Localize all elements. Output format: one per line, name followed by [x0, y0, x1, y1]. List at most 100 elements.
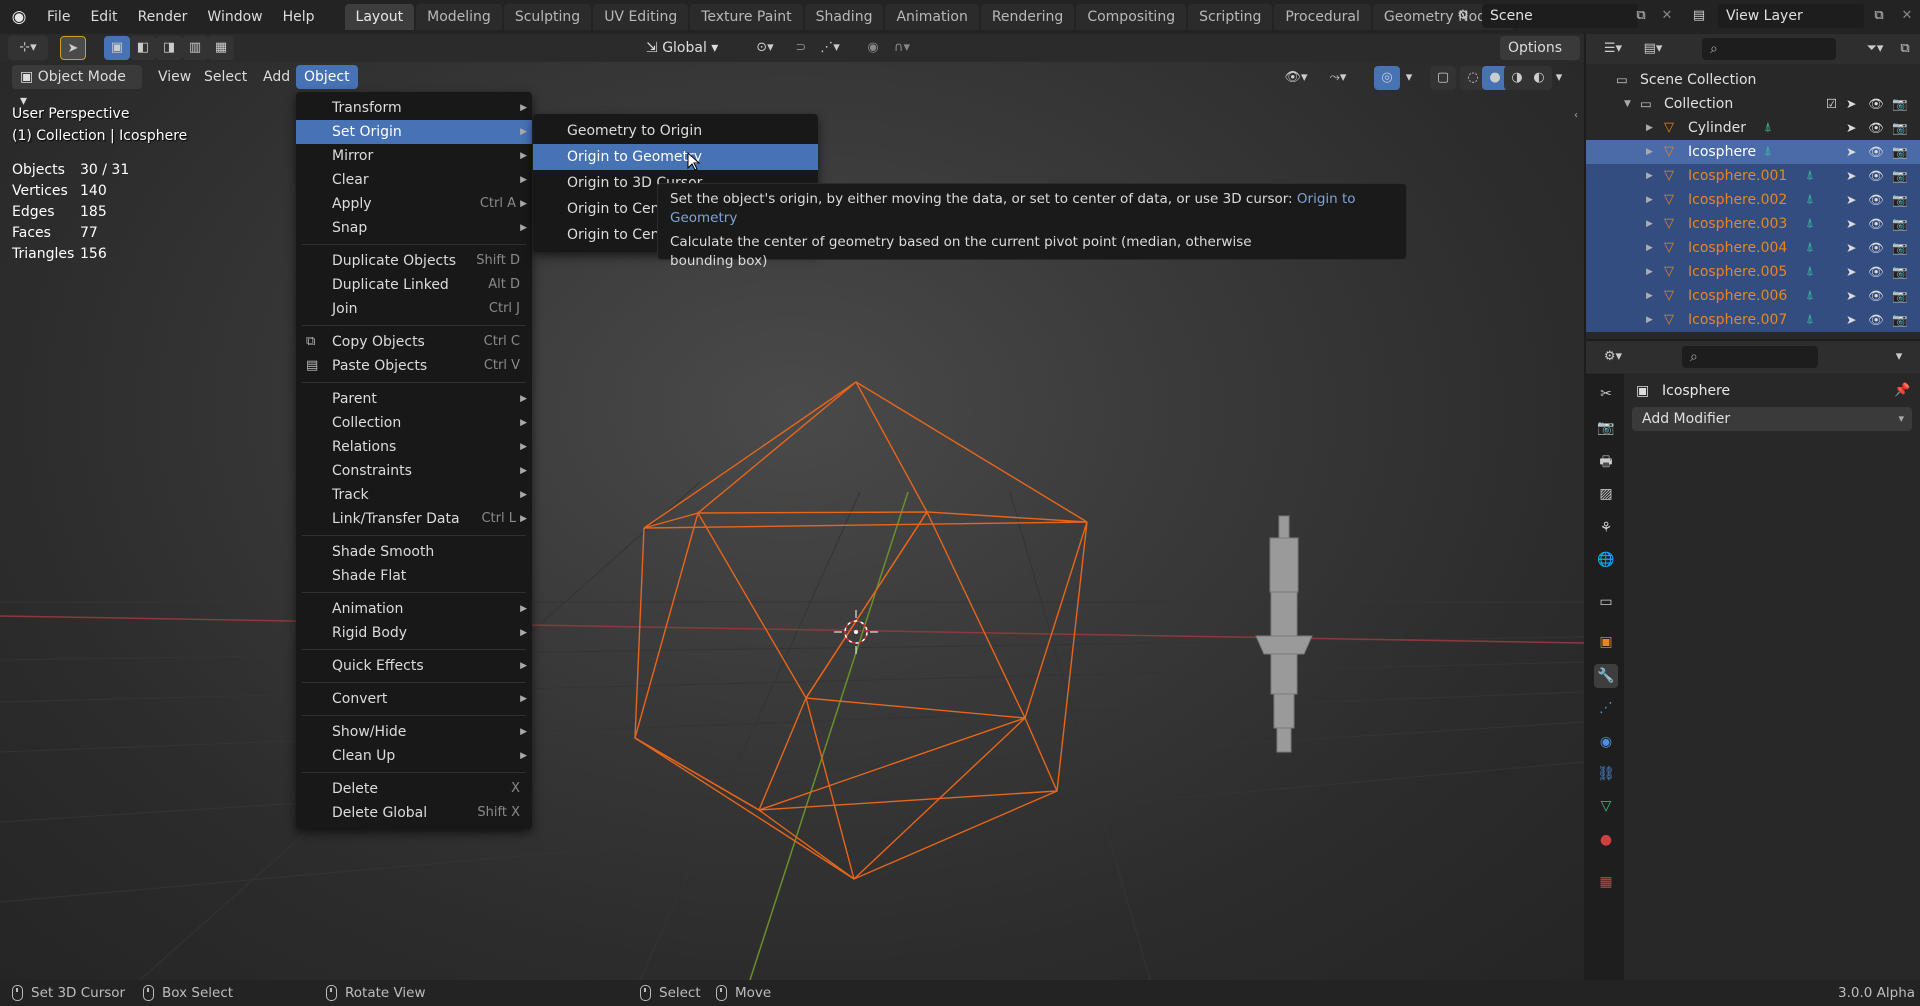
properties-options-icon[interactable]: ▾ — [1888, 345, 1910, 369]
tab-view-layer-icon[interactable]: ▨ — [1594, 482, 1618, 506]
display-mode-icon[interactable]: ▤▾ — [1636, 37, 1670, 61]
selectable-icon[interactable]: ➤ — [1846, 188, 1856, 212]
blender-logo-icon[interactable]: ◉ — [9, 7, 29, 27]
view-menu[interactable]: View — [150, 65, 199, 89]
origin-option-0[interactable]: Geometry to Origin — [533, 118, 818, 144]
menu-item-set-origin[interactable]: Set Origin ▶ — [296, 120, 532, 144]
menu-item-delete-global[interactable]: Delete Global Shift X — [296, 801, 532, 825]
visibility-eye-icon[interactable]: 👁 — [1868, 164, 1884, 188]
menu-item-duplicate-linked[interactable]: Duplicate Linked Alt D — [296, 273, 532, 297]
menu-item-show-hide[interactable]: Show/Hide ▶ — [296, 720, 532, 744]
tab-procedural[interactable]: Procedural — [1274, 4, 1371, 30]
visibility-eye-icon[interactable]: 👁 — [1868, 92, 1884, 116]
render-camera-icon[interactable]: 📷 — [1892, 140, 1908, 164]
expand-arrow-icon[interactable]: ▶ — [1646, 308, 1653, 332]
selectable-icon[interactable]: ➤ — [1846, 164, 1856, 188]
delete-view-layer-icon[interactable]: ✕ — [1894, 4, 1920, 28]
tab-uv-editing[interactable]: UV Editing — [593, 4, 689, 30]
visibility-eye-icon[interactable]: 👁 — [1868, 260, 1884, 284]
falloff-icon[interactable]: ∩▾ — [884, 36, 920, 60]
menu-item-shade-smooth[interactable]: Shade Smooth — [296, 540, 532, 564]
visibility-eye-icon[interactable]: 👁 — [1868, 284, 1884, 308]
menu-render[interactable]: Render — [128, 5, 198, 29]
outliner-object-row[interactable]: ▶ ▽ Icosphere.005 ⍋ ➤ 👁 📷 — [1586, 260, 1920, 284]
outliner-object-row[interactable]: ▶ ▽ Cylinder ⍋ ➤ 👁 📷 — [1586, 116, 1920, 140]
menu-item-constraints[interactable]: Constraints ▶ — [296, 459, 532, 483]
scene-selector-icon[interactable]: ⚙ — [1450, 4, 1476, 28]
properties-editor-type-icon[interactable]: ⚙▾ — [1596, 345, 1630, 369]
select-menu[interactable]: Select — [196, 65, 255, 89]
tab-layout[interactable]: Layout — [344, 4, 415, 30]
menu-edit[interactable]: Edit — [80, 5, 127, 29]
outliner-object-row[interactable]: ▶ ▽ Icosphere.004 ⍋ ➤ 👁 📷 — [1586, 236, 1920, 260]
render-camera-icon[interactable]: 📷 — [1892, 116, 1908, 140]
menu-file[interactable]: File — [37, 5, 80, 29]
mesh-data-icon[interactable]: ⍋ — [1806, 236, 1814, 260]
tab-sculpting[interactable]: Sculpting — [503, 4, 592, 30]
menu-item-join[interactable]: Join Ctrl J — [296, 297, 532, 321]
visibility-eye-icon[interactable]: 👁 — [1868, 236, 1884, 260]
origin-option-1[interactable]: Origin to Geometry — [533, 144, 818, 170]
new-scene-icon[interactable]: ⧉ — [1628, 4, 1654, 28]
delete-scene-icon[interactable]: ✕ — [1654, 4, 1680, 28]
visibility-eye-icon[interactable]: 👁 — [1868, 140, 1884, 164]
selectable-icon[interactable]: ➤ — [1846, 140, 1856, 164]
tab-render-icon[interactable]: 📷 — [1594, 416, 1618, 440]
xray-toggle-icon[interactable]: ▢ — [1430, 66, 1456, 90]
view-layer-icon[interactable]: ▤ — [1686, 4, 1712, 28]
gizmo-toggle-icon[interactable]: ⤳▾ — [1320, 66, 1356, 90]
selectable-icon[interactable]: ➤ — [1846, 260, 1856, 284]
selectable-icon[interactable]: ➤ — [1846, 212, 1856, 236]
render-camera-icon[interactable]: 📷 — [1892, 212, 1908, 236]
overlays-toggle-icon[interactable]: ◎ — [1374, 66, 1400, 90]
mesh-data-icon[interactable]: ⍋ — [1806, 188, 1814, 212]
menu-item-mirror[interactable]: Mirror ▶ — [296, 144, 532, 168]
mode-selector[interactable]: ▣ Object Mode ▾ — [12, 65, 142, 109]
render-camera-icon[interactable]: 📷 — [1892, 236, 1908, 260]
outliner-object-row[interactable]: ▶ ▽ Icosphere.002 ⍋ ➤ 👁 📷 — [1586, 188, 1920, 212]
render-camera-icon[interactable]: 📷 — [1892, 308, 1908, 332]
menu-item-shade-flat[interactable]: Shade Flat — [296, 564, 532, 588]
tab-animation[interactable]: Animation — [885, 4, 979, 30]
visibility-eye-icon[interactable]: 👁 — [1868, 308, 1884, 332]
outliner-object-row[interactable]: ▶ ▽ Icosphere.001 ⍋ ➤ 👁 📷 — [1586, 164, 1920, 188]
menu-item-link-transfer-data[interactable]: Link/Transfer Data Ctrl L ▶ — [296, 507, 532, 531]
tab-collection-icon[interactable]: ▭ — [1594, 590, 1618, 614]
menu-item-duplicate-objects[interactable]: Duplicate Objects Shift D — [296, 249, 532, 273]
tab-tool-icon[interactable]: ✂ — [1594, 382, 1618, 406]
menu-item-quick-effects[interactable]: Quick Effects ▶ — [296, 654, 532, 678]
outliner-editor-type-icon[interactable]: ☰▾ — [1596, 37, 1630, 61]
mesh-data-icon[interactable]: ⍋ — [1806, 284, 1814, 308]
select-mode-extend-icon[interactable]: ◧ — [130, 36, 156, 60]
menu-item-copy-objects[interactable]: ⧉ Copy Objects Ctrl C — [296, 330, 532, 354]
menu-item-parent[interactable]: Parent ▶ — [296, 387, 532, 411]
tab-rendering[interactable]: Rendering — [980, 4, 1075, 30]
menu-item-animation[interactable]: Animation ▶ — [296, 597, 532, 621]
outliner-object-row[interactable]: ▶ ▽ Icosphere ⍋ ➤ 👁 📷 — [1586, 140, 1920, 164]
outliner-object-row[interactable]: ▶ ▽ Icosphere.006 ⍋ ➤ 👁 📷 — [1586, 284, 1920, 308]
select-mode-new-icon[interactable]: ▣ — [104, 36, 130, 60]
render-camera-icon[interactable]: 📷 — [1892, 284, 1908, 308]
new-collection-icon[interactable]: ⧉ — [1894, 37, 1916, 61]
menu-help[interactable]: Help — [273, 5, 325, 29]
outliner-object-row[interactable]: ▶ ▽ Icosphere.007 ⍋ ➤ 👁 📷 — [1586, 308, 1920, 332]
mesh-data-icon[interactable]: ⍋ — [1764, 116, 1772, 140]
filter-icon[interactable]: ⏷▾ — [1858, 37, 1892, 61]
select-tool-icon[interactable]: ➤ — [60, 36, 86, 60]
visibility-selectability-icon[interactable]: 👁▾ — [1278, 66, 1314, 90]
tab-material-icon[interactable]: ● — [1594, 828, 1618, 852]
tab-shading[interactable]: Shading — [804, 4, 884, 30]
visibility-eye-icon[interactable]: 👁 — [1868, 212, 1884, 236]
transform-orientation-dropdown[interactable]: ⇲ Global ▾ — [646, 36, 738, 60]
render-camera-icon[interactable]: 📷 — [1892, 164, 1908, 188]
outliner-search-input[interactable]: ⌕ — [1702, 38, 1836, 60]
expand-arrow-icon[interactable]: ▶ — [1646, 236, 1653, 260]
tab-particles-icon[interactable]: ⋰ — [1594, 696, 1618, 720]
tab-texture-icon[interactable]: ▦ — [1594, 870, 1618, 894]
editor-type-icon[interactable]: ⊹▾ — [8, 36, 48, 60]
select-mode-subtract-icon[interactable]: ◨ — [156, 36, 182, 60]
mesh-data-icon[interactable]: ⍋ — [1806, 212, 1814, 236]
tab-physics-icon[interactable]: ◉ — [1594, 730, 1618, 754]
shading-rendered-icon[interactable]: ◐ — [1526, 66, 1552, 90]
outliner-scene-collection[interactable]: ▭ Scene Collection — [1586, 68, 1920, 92]
